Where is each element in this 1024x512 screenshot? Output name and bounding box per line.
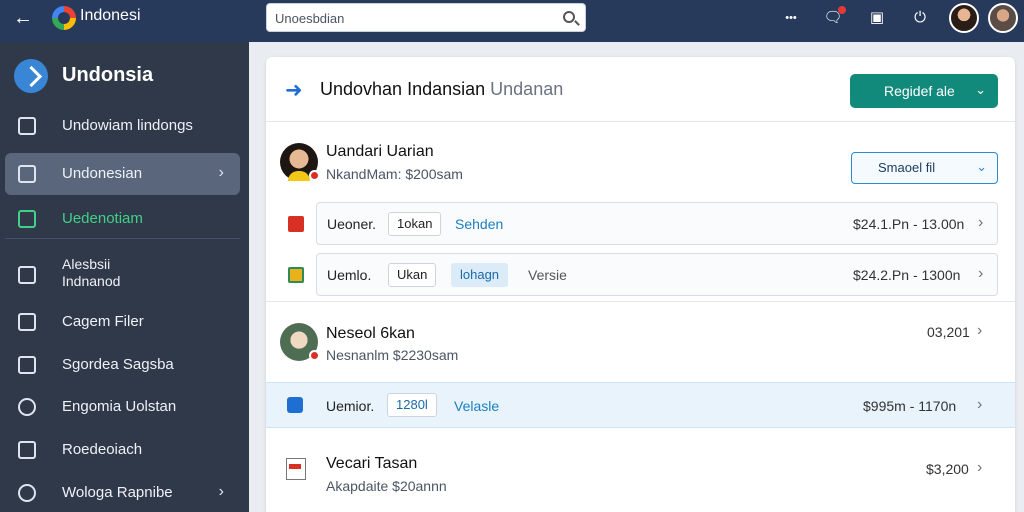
brand-logo-icon <box>14 59 48 93</box>
message-icon[interactable]: ▣ <box>866 7 888 29</box>
home-icon <box>18 117 36 135</box>
search-icon[interactable] <box>563 11 575 23</box>
sidebar-item-label: Undonesian <box>62 165 143 182</box>
user-name: Neseol 6kan <box>326 325 415 342</box>
chevron-down-icon: ⌄ <box>975 82 986 97</box>
more-options-button[interactable]: ••• <box>780 7 802 29</box>
document-icon <box>18 441 36 459</box>
status-badge <box>309 170 320 181</box>
chevron-right-icon: › <box>218 164 224 181</box>
chevron-right-icon: › <box>218 483 224 500</box>
sidebar-item-label: Uedenotiam <box>62 210 143 227</box>
search-input[interactable] <box>275 8 555 28</box>
app-logo-icon <box>52 6 76 30</box>
sidebar-item-cagem-filer[interactable]: Cagem Filer <box>5 301 240 343</box>
page-title: Undovhan Indansian Undanan <box>320 79 564 99</box>
register-button[interactable]: Regidef ale ⌄ <box>850 74 998 108</box>
image-icon <box>18 313 36 331</box>
chevron-right-icon[interactable]: › <box>978 265 983 283</box>
chevron-down-icon: ⌄ <box>976 159 987 174</box>
item-amount: $24.2.Pn - 1300n <box>853 267 961 283</box>
user-name: Vecari Tasan <box>326 455 418 472</box>
main-panel: ➜ Undovhan Indansian Undanan Regidef ale… <box>266 57 1015 512</box>
user-subtitle: Nesnanlm $2230sam <box>326 347 459 363</box>
sidebar: Undonsia Undowiam lindongs Undonesian › … <box>0 42 249 512</box>
user-subtitle: NkandMam: $200sam <box>326 166 463 182</box>
sidebar-item-label: Engomia Uolstan <box>62 398 177 415</box>
sidebar-item-home[interactable]: Undowiam lindongs <box>5 105 240 147</box>
sidebar-item-alesbsii[interactable]: Alesbsii Indnanod <box>5 254 240 296</box>
item-amount: $24.1.Pn - 13.00n <box>853 216 965 232</box>
folder-icon <box>288 267 304 283</box>
calendar-icon <box>18 210 36 228</box>
list-item-selected[interactable]: Uemior. 1280l Velasle $995m - 1170n › <box>266 382 1015 428</box>
status-badge <box>309 350 320 361</box>
avatar[interactable] <box>280 323 320 361</box>
folder-icon <box>18 165 36 183</box>
app-name: Indonesi <box>80 7 141 24</box>
sidebar-item-label: Roedeoiach <box>62 441 143 458</box>
sidebar-item-roedeoiach[interactable]: Roedeoiach <box>5 429 240 471</box>
item-status: Versie <box>528 267 567 283</box>
tag-chip[interactable]: Ukan <box>388 263 437 287</box>
document-icon <box>286 458 306 480</box>
list-item[interactable]: Uemlo. Ukan lohagn Versie $24.2.Pn - 130… <box>288 253 998 296</box>
sidebar-item-uedenotiam[interactable]: Uedenotiam <box>5 198 240 240</box>
power-icon[interactable]: ⏻ <box>909 7 931 29</box>
search-box[interactable] <box>266 3 586 32</box>
divider <box>266 301 1015 302</box>
item-amount: $995m - 1170n <box>863 398 957 414</box>
avatar[interactable] <box>949 3 979 33</box>
item-amount: 03,201 <box>927 324 970 340</box>
user-subtitle: Akapdaite $20annn <box>326 478 447 494</box>
sidebar-item-sgordea[interactable]: Sgordea Sagsba <box>5 344 240 386</box>
select-file-button[interactable]: Smaoel fil ⌄ <box>851 152 998 184</box>
item-link[interactable]: Velasle <box>454 398 499 414</box>
sidebar-item-label: Wologa Rapnibe <box>62 484 173 501</box>
back-arrow-icon[interactable]: ← <box>10 6 36 32</box>
panel-header: ➜ Undovhan Indansian Undanan Regidef ale… <box>266 57 1015 122</box>
chat-icon[interactable]: 🗨 <box>822 6 846 29</box>
mail-icon <box>18 266 36 284</box>
chevron-right-icon[interactable]: › <box>977 322 982 340</box>
chevron-right-icon[interactable]: › <box>977 459 982 477</box>
user-name: Uandari Uarian <box>326 143 434 160</box>
sidebar-divider <box>5 238 240 239</box>
item-link[interactable]: Sehden <box>455 216 503 232</box>
grid-icon <box>18 356 36 374</box>
chevron-right-icon[interactable]: › <box>977 396 982 414</box>
top-bar: ← Indonesi ••• 🗨 ▣ ⏻ <box>0 0 1024 42</box>
briefcase-icon <box>288 216 304 232</box>
tag-chip-highlight[interactable]: lohagn <box>451 263 509 287</box>
sidebar-title: Undonsia <box>62 64 154 86</box>
sidebar-item-undonesian[interactable]: Undonesian › <box>5 153 240 195</box>
notification-dot <box>838 6 846 14</box>
sidebar-item-label: Sgordea Sagsba <box>62 356 174 373</box>
wrench-icon <box>18 398 36 416</box>
avatar[interactable] <box>280 143 320 181</box>
tag-chip[interactable]: 1280l <box>387 393 437 417</box>
sidebar-item-label: Alesbsii Indnanod <box>62 256 121 289</box>
gear-icon <box>18 484 36 502</box>
checkbox-icon[interactable] <box>287 397 303 413</box>
list-item[interactable]: Ueoner. 1okan Sehden $24.1.Pn - 13.00n › <box>288 202 998 245</box>
sidebar-item-label: Undowiam lindongs <box>62 117 193 134</box>
sidebar-item-label: Cagem Filer <box>62 313 144 330</box>
item-amount: $3,200 <box>926 461 969 477</box>
sidebar-item-wologa[interactable]: Wologa Rapnibe › <box>5 472 240 512</box>
chevron-right-icon[interactable]: › <box>978 214 983 232</box>
avatar-secondary[interactable] <box>988 3 1018 33</box>
tag-chip[interactable]: 1okan <box>388 212 442 236</box>
arrow-right-icon: ➜ <box>285 79 303 102</box>
sidebar-item-engomia[interactable]: Engomia Uolstan <box>5 386 240 428</box>
